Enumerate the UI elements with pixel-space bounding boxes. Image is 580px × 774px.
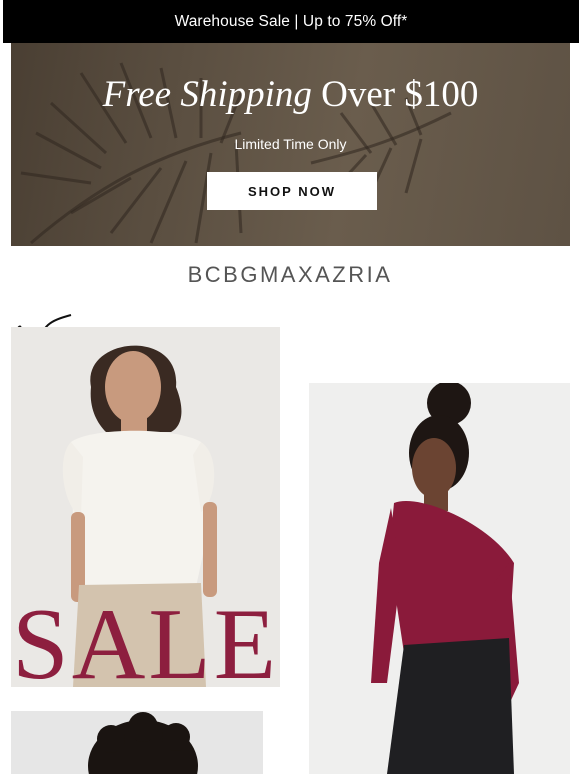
announcement-bar[interactable]: Warehouse Sale | Up to 75% Off* bbox=[3, 0, 579, 43]
hero-headline-rest: Over $100 bbox=[311, 74, 479, 115]
model-photo-illustration bbox=[309, 383, 570, 774]
brand-logo[interactable]: BCBGMAXAZRIA bbox=[0, 262, 580, 288]
model-burgundy-top-photo[interactable] bbox=[309, 383, 570, 774]
sale-headline[interactable]: SALE bbox=[11, 594, 280, 696]
model-third-photo[interactable] bbox=[11, 711, 263, 774]
hero-headline: Free Shipping Over $100 bbox=[11, 73, 570, 116]
announcement-text[interactable]: Warehouse Sale | Up to 75% Off* bbox=[175, 13, 408, 31]
model-photo-illustration bbox=[11, 711, 263, 774]
hero-subtitle: Limited Time Only bbox=[234, 136, 347, 152]
shop-now-button[interactable]: SHOP NOW bbox=[207, 172, 377, 210]
free-shipping-banner[interactable]: Free Shipping Over $100 Limited Time Onl… bbox=[11, 43, 570, 246]
hero-headline-italic: Free Shipping bbox=[102, 74, 312, 115]
